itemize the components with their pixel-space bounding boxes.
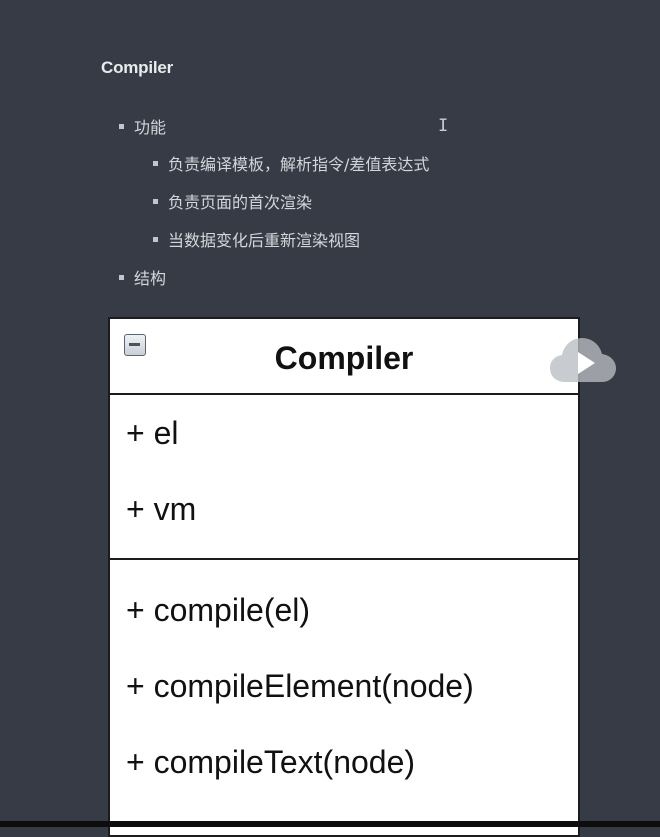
list-item-first-render: 负责页面的首次渲染	[153, 189, 312, 213]
bullet-marker	[119, 123, 124, 129]
list-item-label: 结构	[134, 269, 167, 288]
uml-attributes-section: + el + vm	[110, 395, 578, 560]
list-item-label: 负责页面的首次渲染	[168, 193, 313, 212]
bullet-marker	[153, 236, 158, 242]
uml-attribute: + el	[126, 415, 179, 451]
list-item-rerender: 当数据变化后重新渲染视图	[153, 227, 360, 251]
uml-class-header: Compiler	[110, 319, 578, 395]
page-heading: Compiler	[101, 58, 174, 77]
list-item-label: 负责编译模板，解析指令/差值表达式	[168, 155, 430, 174]
uml-methods-section: + compile(el) + compileElement(node) + c…	[110, 560, 578, 830]
list-item-label: 当数据变化后重新渲染视图	[168, 231, 361, 250]
uml-method: + compile(el)	[126, 592, 311, 628]
list-item-features: 功能	[119, 114, 166, 138]
list-item-compile-template: 负责编译模板，解析指令/差值表达式	[153, 151, 429, 175]
list-item-structure: 结构	[119, 265, 166, 289]
uml-class-diagram: Compiler + el + vm + compile(el) + compi…	[108, 317, 580, 837]
bullet-marker	[119, 274, 124, 280]
bullet-marker	[153, 198, 158, 204]
uml-attribute: + vm	[126, 491, 197, 527]
bottom-edge-bar	[0, 821, 660, 827]
bullet-marker	[153, 160, 158, 166]
uml-method: + compileElement(node)	[126, 668, 474, 704]
text-cursor-icon: I	[438, 116, 449, 136]
uml-method: + compileText(node)	[126, 744, 416, 780]
uml-class-name: Compiler	[274, 340, 414, 376]
list-item-label: 功能	[134, 118, 167, 137]
cloud-play-icon[interactable]	[549, 336, 617, 384]
